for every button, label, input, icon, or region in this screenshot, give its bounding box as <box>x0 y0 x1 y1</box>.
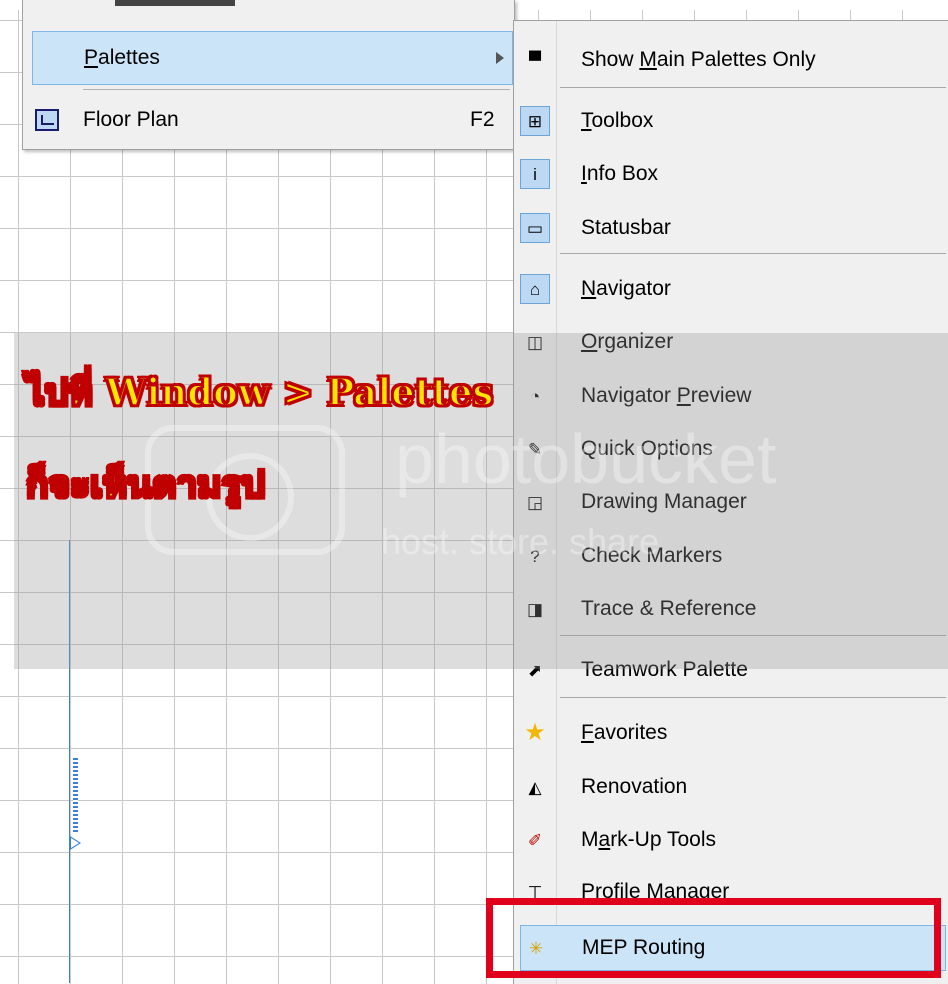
menu-item-info-box[interactable]: i Info Box <box>514 151 948 197</box>
toolbars-item-clipped <box>115 0 235 6</box>
info-box-icon: i <box>520 159 550 189</box>
menu-item-label: Favorites <box>581 721 668 744</box>
watermark-text: photobucket <box>395 420 777 498</box>
favorites-star-icon: ★ <box>524 719 546 746</box>
watermark-subtext: host. store. share. <box>381 521 670 562</box>
menu-item-label: Toolbox <box>581 109 654 132</box>
window-menu: Palettes Floor Plan F2 <box>22 0 515 150</box>
menu-item-markup-tools[interactable]: ✐ Mark-Up Tools <box>514 817 948 863</box>
menu-item-label: Statusbar <box>581 216 671 239</box>
markup-tools-icon: ✐ <box>527 830 543 850</box>
submenu-arrow-icon <box>496 52 504 64</box>
menu-item-label: Renovation <box>581 775 688 798</box>
drawing-hatch <box>73 758 78 832</box>
toolbox-icon: ⊞ <box>520 106 550 136</box>
statusbar-icon: ▭ <box>520 213 550 243</box>
main-palettes-icon: ▀ <box>528 50 542 70</box>
menu-item-navigator[interactable]: ⌂ Navigator <box>514 266 948 312</box>
menu-separator <box>560 87 946 88</box>
menu-item-toolbox[interactable]: ⊞ Toolbox <box>514 98 948 144</box>
menu-item-label: Mark-Up Tools <box>581 828 716 851</box>
menu-item-statusbar[interactable]: ▭ Statusbar <box>514 205 948 251</box>
menu-separator <box>560 253 946 254</box>
menu-item-label: Show Main Palettes Only <box>581 48 816 71</box>
menu-item-palettes[interactable]: Palettes <box>32 31 513 85</box>
annotation-line-2: ก็จะเห็นตามรูป <box>25 461 266 507</box>
highlight-frame <box>486 898 941 978</box>
drawing-marker <box>70 836 81 850</box>
menu-separator <box>560 697 946 698</box>
menu-item-label: Palettes <box>84 46 160 69</box>
menu-shortcut: F2 <box>470 108 495 131</box>
menu-item-label: Floor Plan <box>83 108 179 131</box>
menu-item-floor-plan[interactable]: Floor Plan F2 <box>23 93 514 147</box>
menu-separator <box>83 89 510 90</box>
renovation-icon: ◭ <box>528 777 542 797</box>
floor-plan-icon <box>35 109 59 131</box>
menu-item-label: Info Box <box>581 162 659 185</box>
menu-item-label: Navigator <box>581 277 671 300</box>
menu-item-renovation[interactable]: ◭ Renovation <box>514 764 948 810</box>
menu-item-favorites[interactable]: ★ Favorites <box>514 710 948 756</box>
annotation-line-1: ไปที่ Window > Palettes <box>25 369 494 415</box>
navigator-icon: ⌂ <box>520 274 550 304</box>
menu-item-show-main-palettes-only[interactable]: ▀ Show Main Palettes Only <box>514 37 948 83</box>
